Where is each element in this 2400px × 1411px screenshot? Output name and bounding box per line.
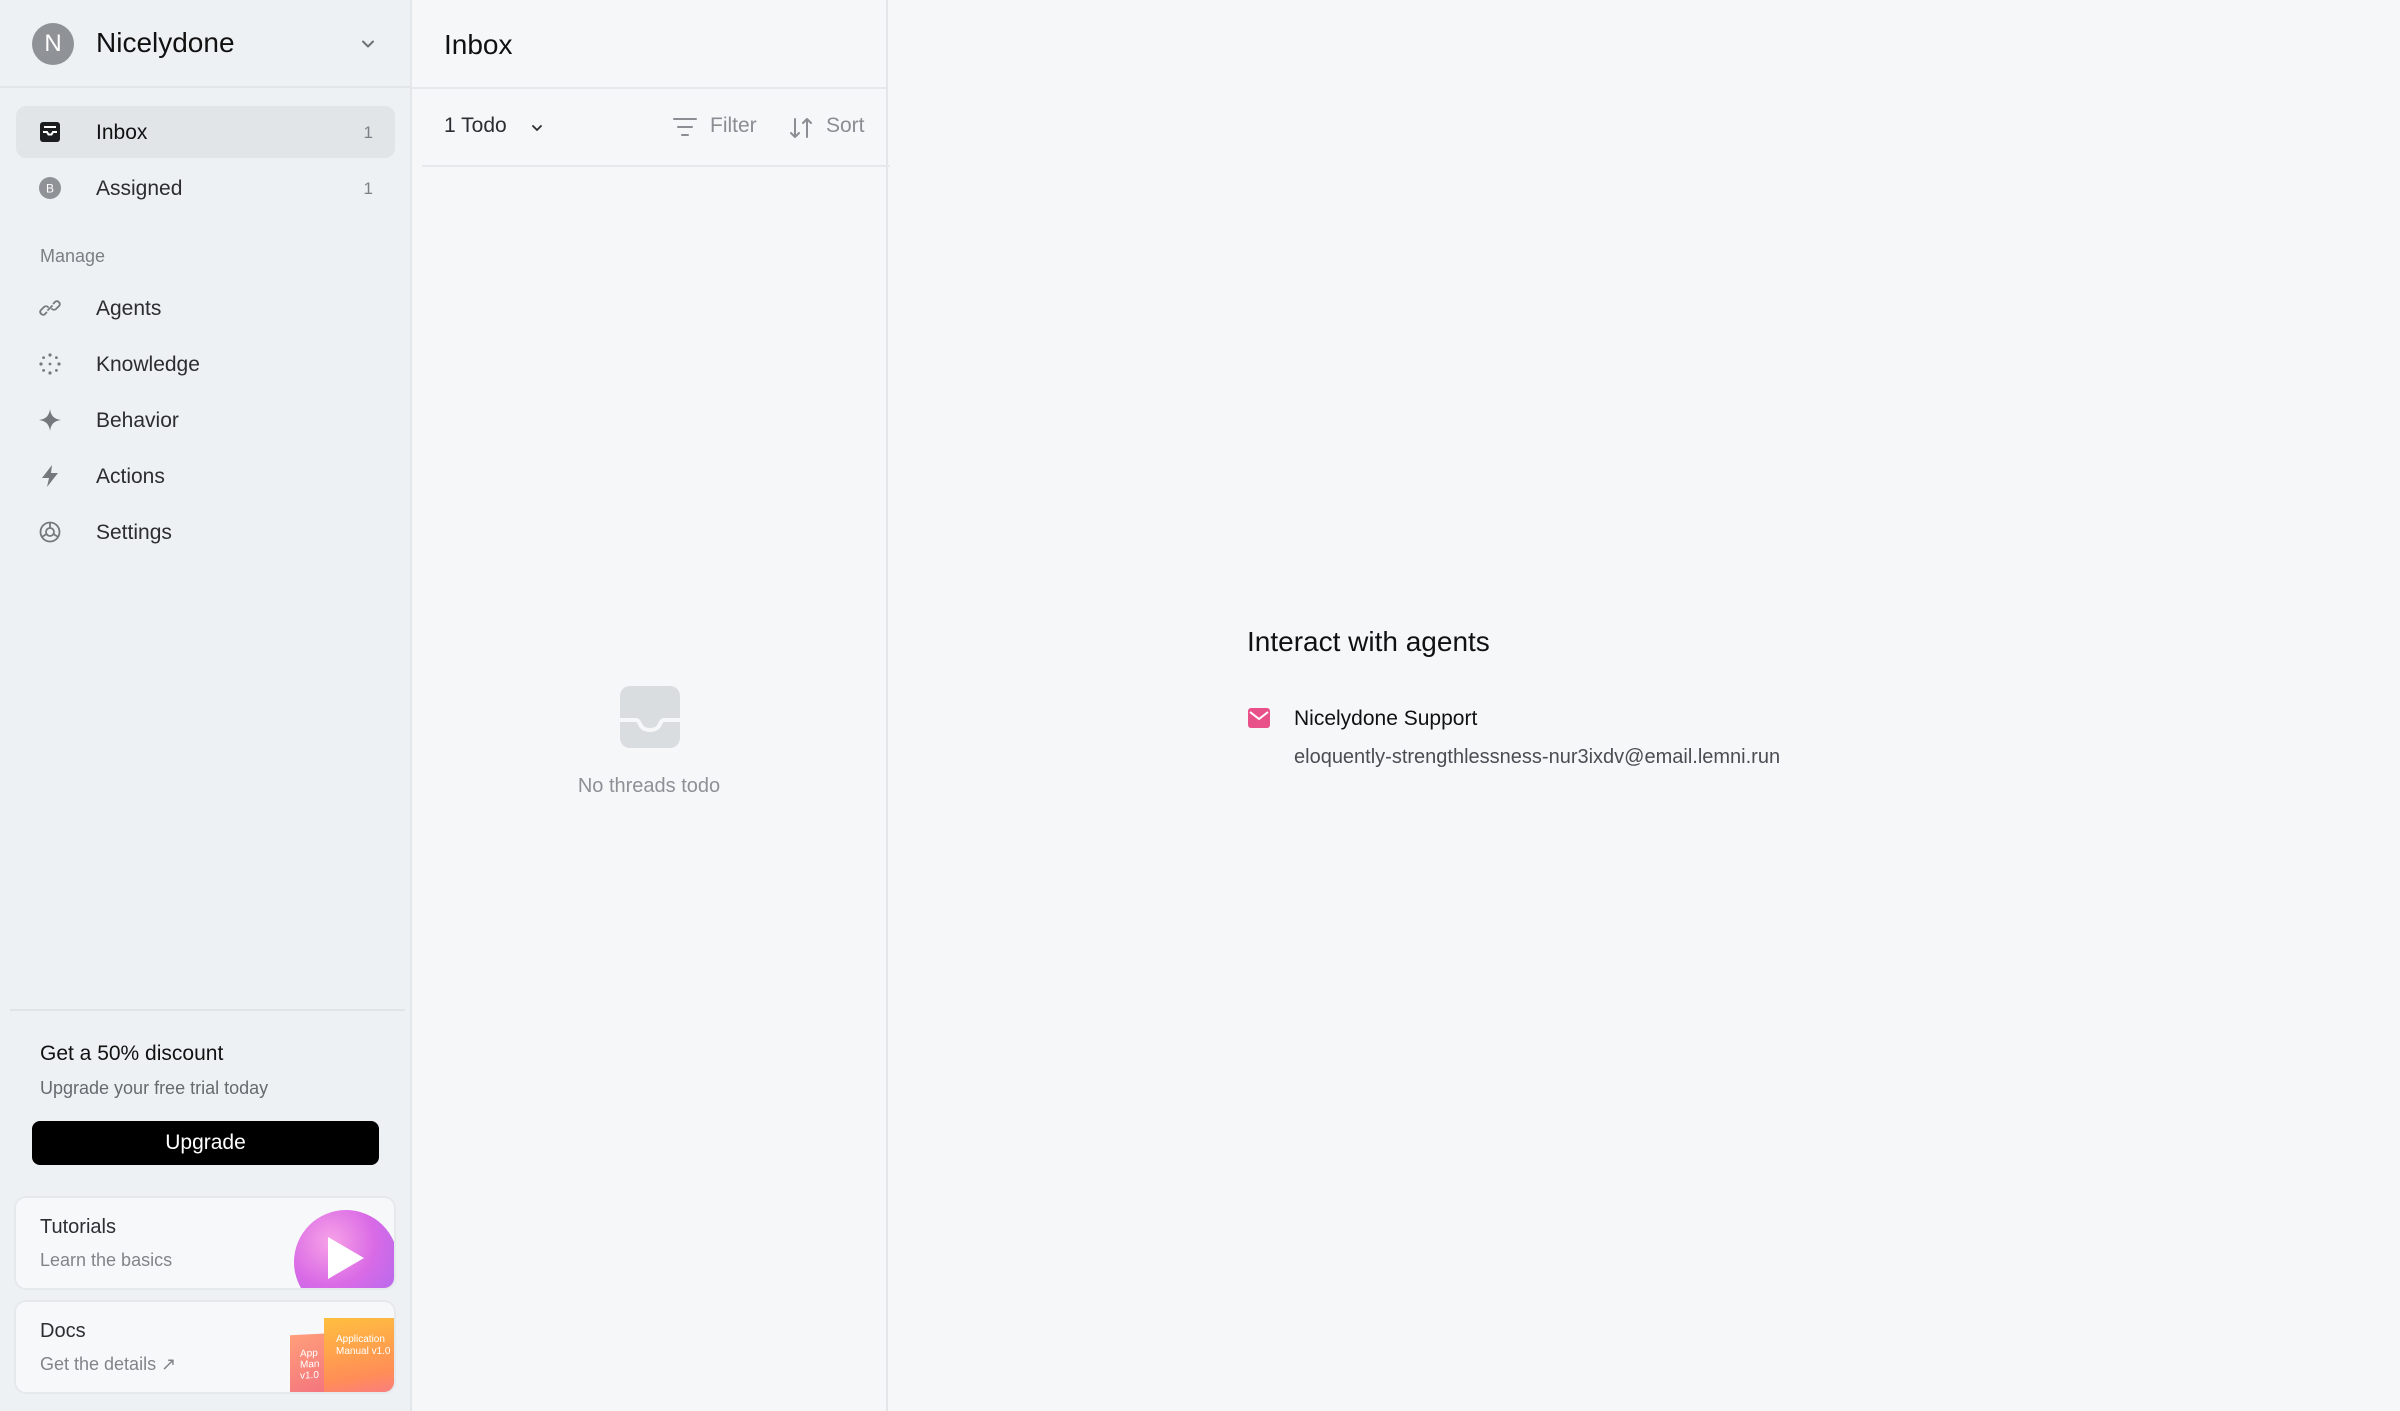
todo-status-dropdown[interactable]: 1 Todo (444, 114, 507, 138)
inbox-icon (40, 122, 60, 142)
sidebar-item-label: Agents (96, 297, 162, 320)
bolt-icon (42, 465, 58, 487)
sidebar-item-inbox[interactable]: Inbox 1 (16, 106, 395, 158)
sidebar-item-behavior[interactable]: Behavior (16, 394, 395, 446)
section-label-manage: Manage (40, 246, 106, 266)
sidebar-item-settings[interactable]: Settings (16, 506, 395, 558)
upgrade-button[interactable]: Upgrade (32, 1121, 379, 1165)
sidebar-item-label: Behavior (96, 409, 179, 432)
inbox-count-badge: 1 (363, 123, 373, 142)
todo-status-label: 1 Todo (444, 114, 507, 137)
user-avatar-icon: B (39, 177, 61, 199)
empty-inbox-icon (620, 686, 680, 748)
app: N Nicelydone Inbox 1 B Assigned 1 Manage (0, 0, 2400, 1411)
divider (10, 1009, 405, 1011)
sidebar-item-label: Actions (96, 465, 165, 488)
workspace-switcher[interactable]: N Nicelydone (0, 0, 410, 88)
link-icon (39, 300, 61, 316)
agent-name[interactable]: Nicelydone Support (1294, 707, 1477, 731)
manual-book-icon: Application Manual v1.0 (324, 1318, 394, 1392)
filter-icon (673, 118, 697, 136)
thread-list-header: Inbox (412, 0, 886, 89)
sidebar-item-assigned[interactable]: B Assigned 1 (16, 162, 395, 214)
docs-title: Docs (40, 1320, 86, 1342)
sidebar-item-label: Assigned (96, 177, 183, 200)
empty-state-text: No threads todo (577, 775, 721, 797)
tutorials-subtitle: Learn the basics (40, 1250, 173, 1270)
sort-button[interactable]: Sort (788, 114, 865, 138)
assigned-count-badge: 1 (363, 179, 373, 198)
settings-icon (39, 521, 61, 543)
sparkle-icon (39, 409, 61, 431)
chevron-down-icon (532, 125, 542, 131)
sidebar-item-actions[interactable]: Actions (16, 450, 395, 502)
workspace-name: Nicelydone (96, 27, 235, 58)
sidebar-item-knowledge[interactable]: Knowledge (16, 338, 395, 390)
promo-subtitle: Upgrade your free trial today (40, 1078, 269, 1098)
sidebar-item-label: Inbox (96, 121, 148, 144)
filter-button[interactable]: Filter (672, 114, 757, 138)
docs-card[interactable]: Docs Get the details ↗ App Man v1.0 Appl… (14, 1300, 396, 1394)
svg-text:B: B (46, 182, 54, 196)
sidebar-item-label: Settings (96, 521, 172, 544)
sort-icon (790, 118, 812, 138)
sidebar-item-label: Knowledge (96, 353, 200, 376)
tutorials-title: Tutorials (40, 1216, 116, 1238)
thread-toolbar: 1 Todo Filter Sort (422, 89, 890, 167)
workspace-avatar: N (32, 23, 74, 65)
promo-title: Get a 50% discount (40, 1042, 224, 1065)
mail-icon (1248, 708, 1270, 728)
play-icon (294, 1210, 394, 1288)
sidebar-item-agents[interactable]: Agents (16, 282, 395, 334)
docs-subtitle: Get the details ↗ (40, 1354, 177, 1374)
sparkle-dots-icon (39, 353, 61, 375)
sort-label: Sort (826, 114, 865, 137)
main-title: Interact with agents (1247, 626, 1490, 657)
filter-label: Filter (710, 114, 757, 137)
sidebar: N Nicelydone Inbox 1 B Assigned 1 Manage (0, 0, 412, 1411)
tutorials-card[interactable]: Tutorials Learn the basics (14, 1196, 396, 1290)
chevron-down-icon (362, 40, 374, 48)
agent-email[interactable]: eloquently-strengthlessness-nur3ixdv@ema… (1294, 746, 1780, 769)
page-title: Inbox (444, 29, 513, 60)
